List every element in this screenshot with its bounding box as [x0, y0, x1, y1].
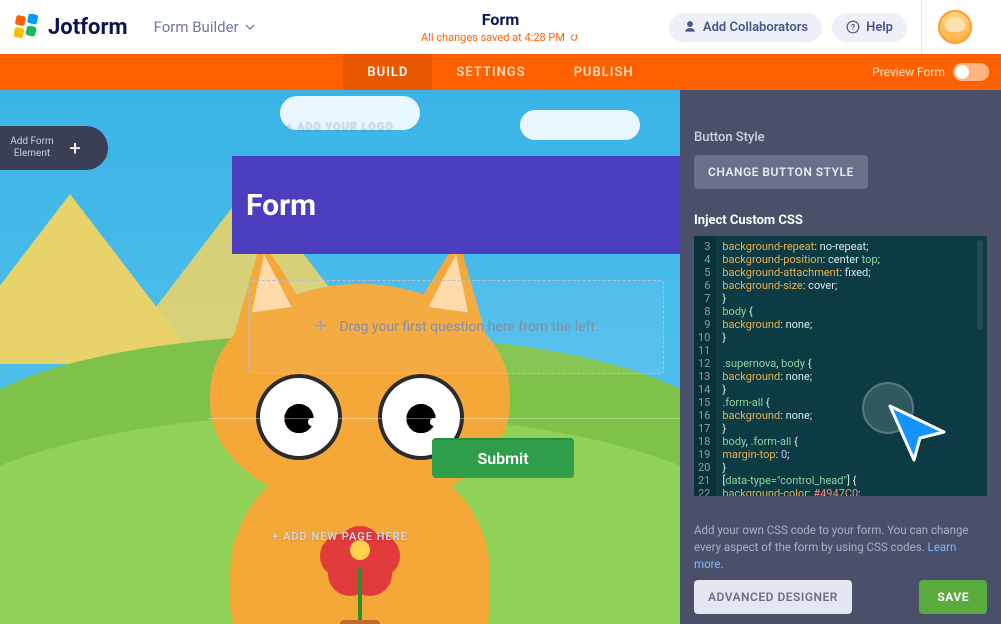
tab-build[interactable]: BUILD [343, 54, 432, 90]
change-button-style-button[interactable]: CHANGE BUTTON STYLE [694, 155, 868, 189]
help-label: Help [866, 20, 893, 35]
jotform-logo-icon [14, 14, 40, 40]
help-button[interactable]: ? Help [832, 13, 907, 42]
designer-side-panel: Button Style CHANGE BUTTON STYLE Inject … [680, 90, 1001, 624]
save-button[interactable]: SAVE [919, 580, 987, 614]
tab-publish[interactable]: PUBLISH [550, 54, 658, 90]
svg-text:?: ? [851, 22, 855, 32]
product-name: Form Builder [154, 18, 239, 36]
plus-icon: + [60, 133, 90, 163]
preview-form-toggle[interactable]: Preview Form [872, 54, 989, 90]
preview-label: Preview Form [872, 65, 945, 79]
avatar [938, 10, 972, 44]
account-menu[interactable] [921, 0, 987, 54]
chevron-down-icon [245, 22, 255, 32]
drag-move-icon [313, 319, 329, 335]
divider [208, 418, 680, 419]
toggle-switch-icon [953, 63, 989, 81]
submit-button[interactable]: Submit [432, 438, 574, 478]
add-logo-button[interactable]: + ADD YOUR LOGO [286, 120, 394, 133]
form-title-area[interactable]: Form All changes saved at 4:28 PM [421, 10, 580, 44]
add-collaborators-label: Add Collaborators [703, 20, 808, 35]
brand-logo[interactable]: Jotform [14, 14, 128, 40]
user-icon [683, 20, 697, 34]
inject-css-label: Inject Custom CSS [694, 213, 987, 228]
add-collaborators-button[interactable]: Add Collaborators [669, 13, 822, 42]
refresh-icon [569, 32, 580, 43]
add-form-element-button[interactable]: Add Form Element + [0, 126, 108, 170]
builder-tabs: BUILD SETTINGS PUBLISH Preview Form [0, 54, 1001, 90]
save-status: All changes saved at 4:28 PM [421, 31, 580, 44]
scrollbar[interactable] [977, 240, 983, 330]
form-header[interactable]: Form [232, 156, 680, 254]
form-canvas: + ADD YOUR LOGO Form Drag your first que… [0, 90, 680, 624]
tab-settings[interactable]: SETTINGS [432, 54, 549, 90]
add-new-page-button[interactable]: + ADD NEW PAGE HERE [272, 530, 408, 543]
cursor-pointer-icon [886, 402, 952, 468]
advanced-designer-button[interactable]: ADVANCED DESIGNER [694, 580, 852, 614]
form-title: Form [421, 10, 580, 29]
drop-area-hint: Drag your first question here from the l… [339, 319, 598, 335]
add-form-element-label: Add Form Element [0, 136, 60, 160]
button-style-label: Button Style [694, 130, 987, 145]
top-bar: Jotform Form Builder Form All changes sa… [0, 0, 1001, 54]
brand-name: Jotform [48, 15, 128, 40]
form-header-title: Form [246, 188, 316, 223]
css-helper-text: Add your own CSS code to your form. You … [694, 522, 987, 573]
help-icon: ? [846, 20, 860, 34]
question-drop-area[interactable]: Drag your first question here from the l… [248, 280, 664, 374]
product-switcher[interactable]: Form Builder [154, 18, 255, 36]
